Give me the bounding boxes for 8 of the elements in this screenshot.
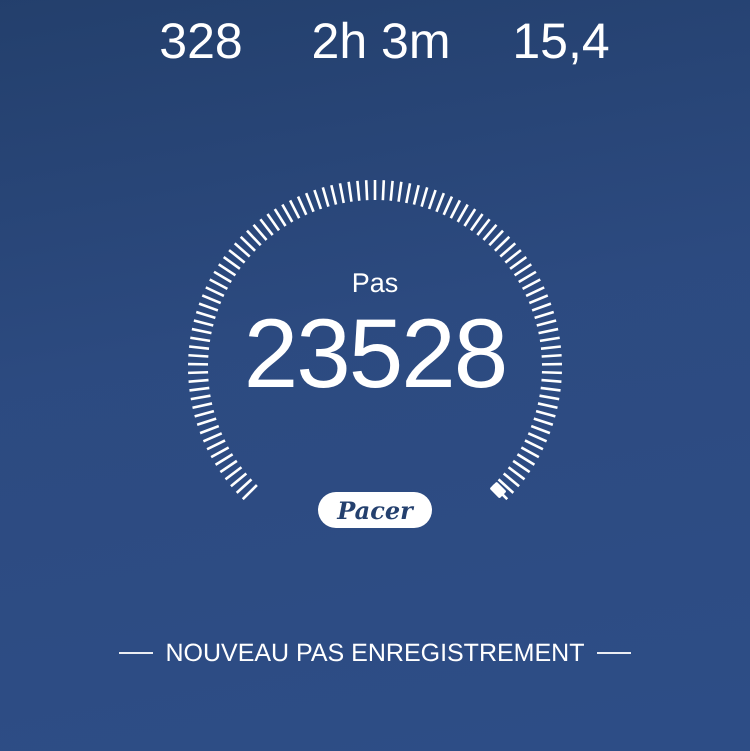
gauge-knob (490, 482, 507, 499)
stat-value: 2h 3m (312, 12, 450, 71)
logo-badge: Pacer (318, 492, 432, 528)
steps-count: 23528 (244, 301, 506, 405)
record-message-label: NOUVEAU PAS ENREGISTREMENT (165, 638, 585, 668)
stat-value: 15,4 (512, 12, 610, 71)
stat-value: 328 (159, 12, 243, 71)
steps-label: Pas (352, 267, 398, 299)
